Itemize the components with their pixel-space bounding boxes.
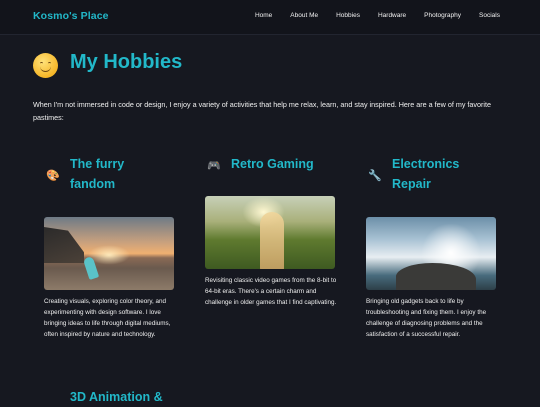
card-text-furry-fandom: Creating visuals, exploring color theory… [44,298,171,338]
page-title: My Hobbies [70,51,183,73]
card-image-beach [44,217,174,290]
smiling-face-icon [33,53,58,78]
card-title-3d-animation: 3D Animation & [70,390,163,404]
nav-link-hobbies[interactable]: Hobbies [336,12,360,19]
nav-link-hardware[interactable]: Hardware [378,12,406,19]
card-image-waves [366,217,496,290]
nav-link-socials[interactable]: Socials [479,12,500,19]
intro-paragraph: When I'm not immersed in code or design,… [33,100,491,122]
palette-icon: 🎨 [46,170,60,182]
nav-link-photography[interactable]: Photography [424,12,461,19]
nav-link-home[interactable]: Home [255,12,272,19]
card-title-furry-fandom: The furry fandom [70,157,125,191]
wrench-icon: 🔧 [368,170,382,182]
card-image-meadow [205,196,335,269]
site-brand[interactable]: Kosmo's Place [33,10,109,22]
top-navbar: Kosmo's Place Home About Me Hobbies Hard… [0,0,540,35]
nav-link-about[interactable]: About Me [290,12,318,19]
card-title-retro-gaming: Retro Gaming [231,157,314,171]
game-controller-icon: 🎮 [207,160,221,172]
card-text-electronics-repair: Bringing old gadgets back to life by tro… [366,298,487,338]
card-text-retro-gaming: Revisiting classic video games from the … [205,277,337,306]
nav-menu: Home About Me Hobbies Hardware Photograp… [237,12,500,19]
card-title-electronics-repair: Electronics Repair [392,157,460,191]
